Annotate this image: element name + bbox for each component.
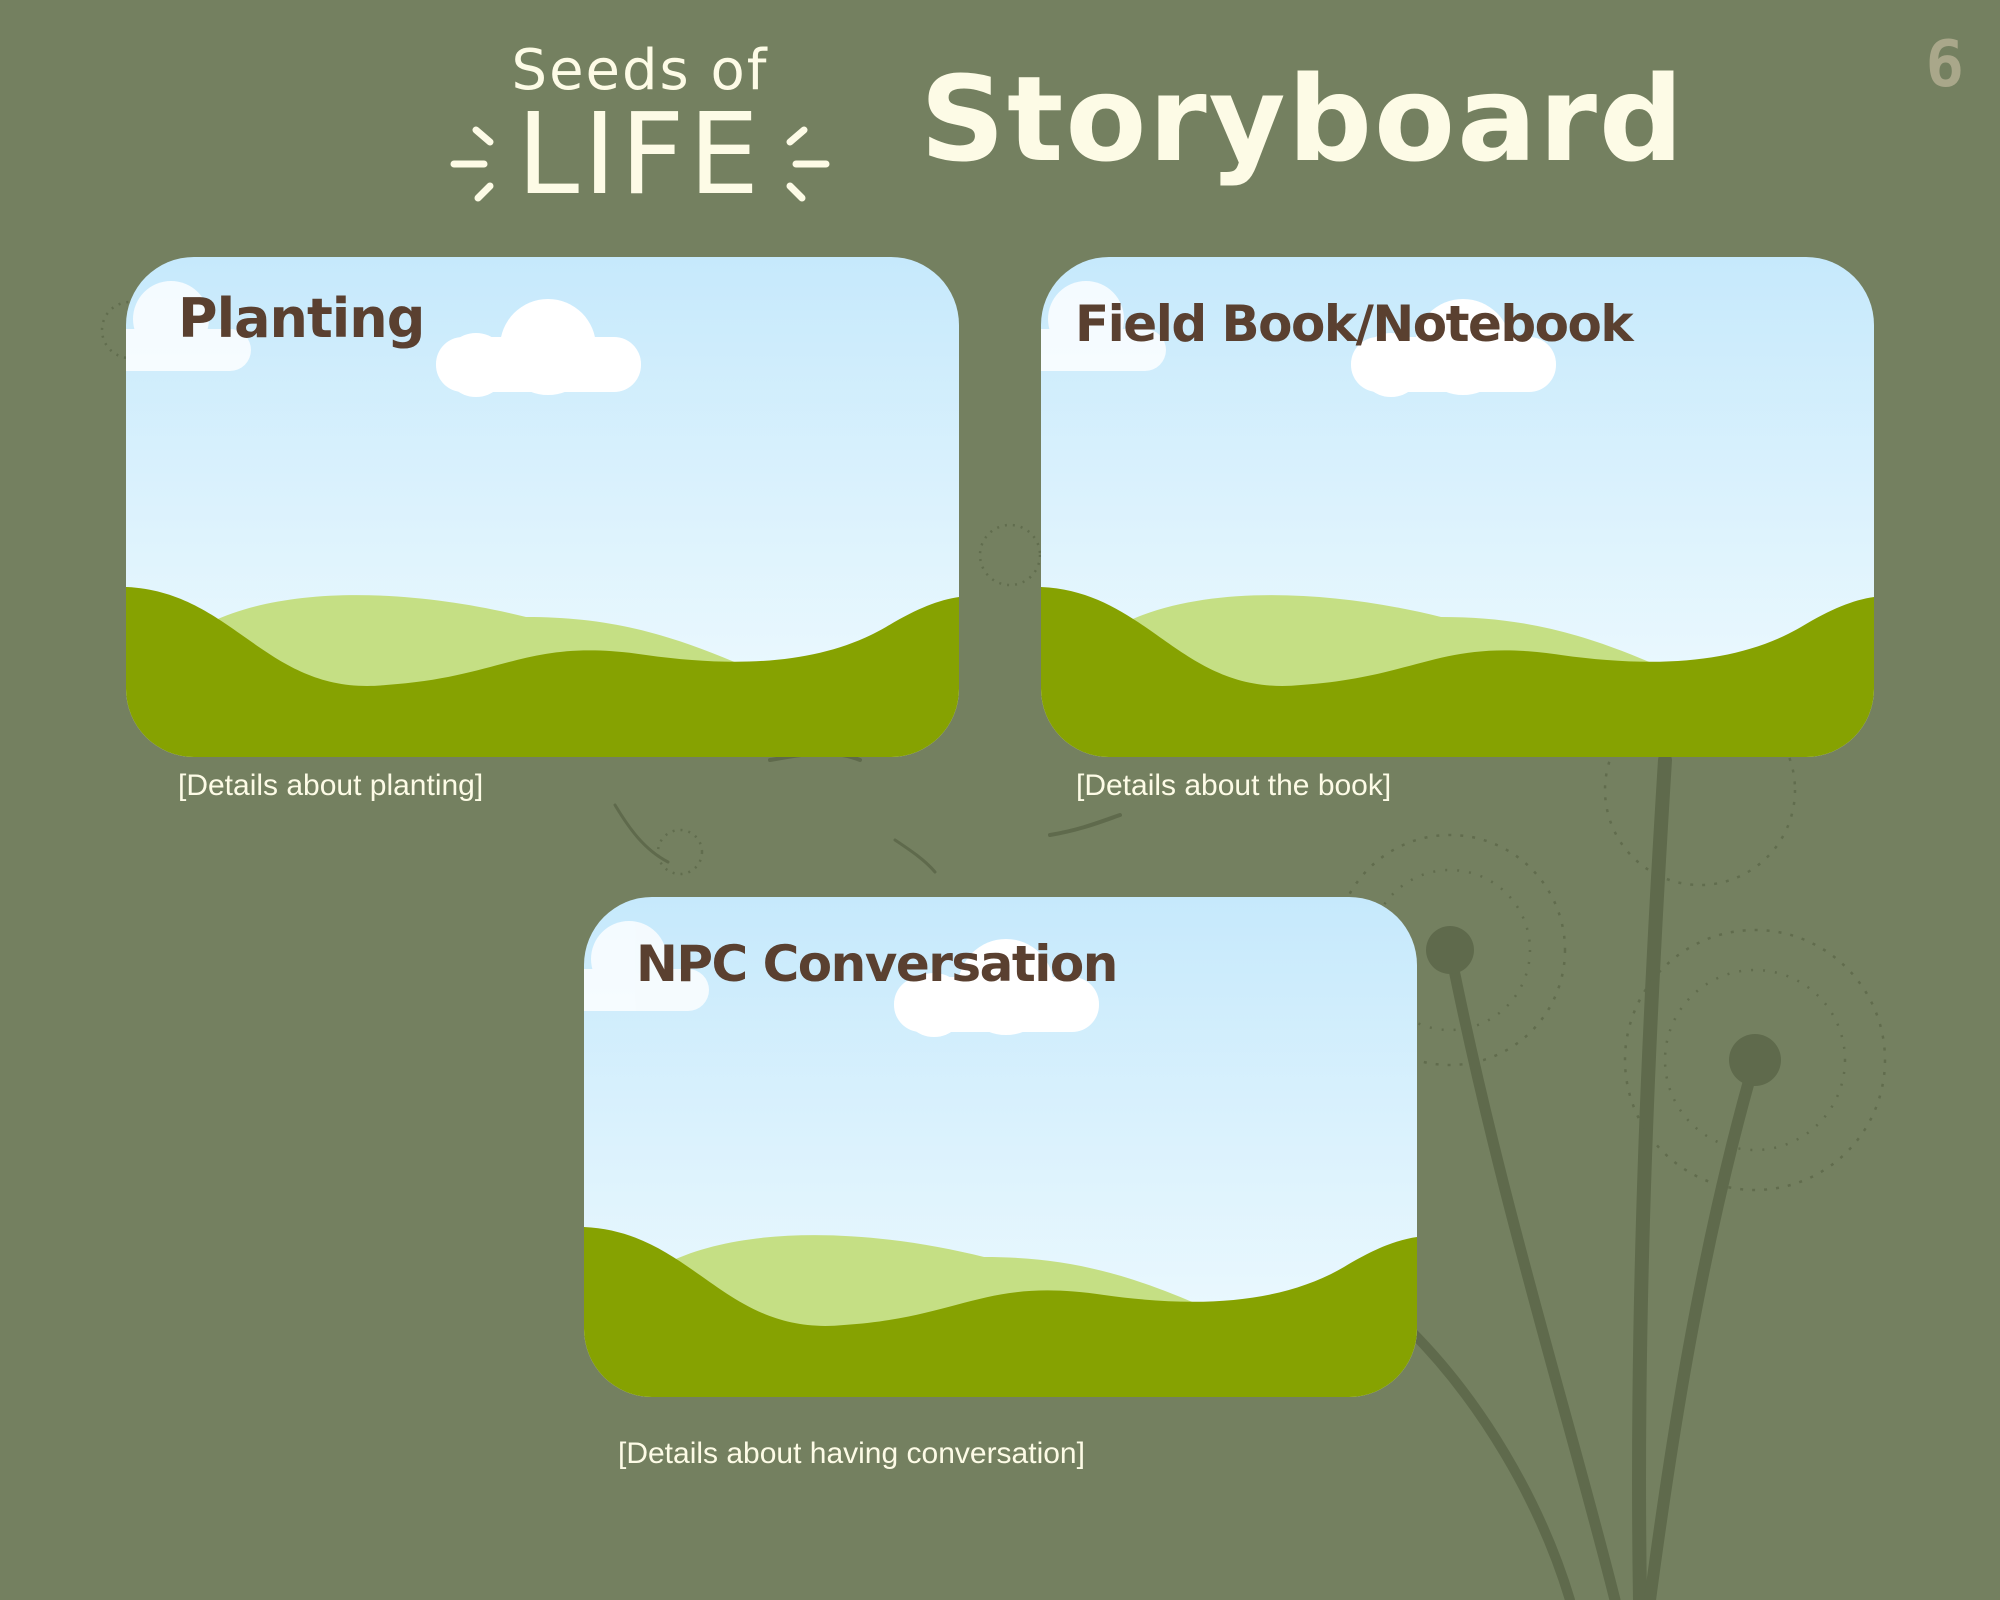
storyboard-card-npc-conversation: NPC Conversation xyxy=(584,897,1417,1397)
storyboard-card-planting: Planting xyxy=(126,257,959,757)
card-title: Planting xyxy=(178,287,425,350)
storyboard-card-field-book: Field Book/Notebook xyxy=(1041,257,1874,757)
card-details: [Details about having conversation] xyxy=(618,1437,1085,1470)
card-details: [Details about the book] xyxy=(1076,769,1392,802)
logo-line-2: LIFE xyxy=(516,90,764,220)
page-number: 6 xyxy=(1925,28,1964,102)
card-title: NPC Conversation xyxy=(636,935,1118,993)
storyboard-slide: Seeds of LIFE Storyboard 6 Planting [Det… xyxy=(0,0,2000,1600)
seeds-of-life-logo: Seeds of LIFE xyxy=(440,30,840,220)
card-title: Field Book/Notebook xyxy=(1075,295,1634,353)
card-details: [Details about planting] xyxy=(178,769,484,802)
page-title: Storyboard xyxy=(920,50,1686,188)
